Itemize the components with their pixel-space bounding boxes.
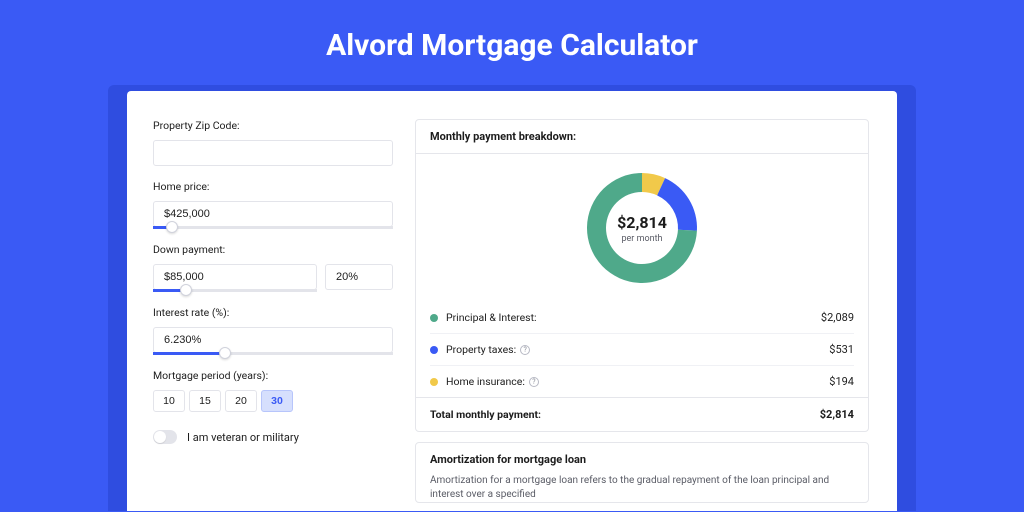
info-icon[interactable]: ?	[529, 377, 539, 387]
amort-text: Amortization for a mortgage loan refers …	[430, 474, 854, 502]
donut-chart: $2,814 per month	[582, 168, 702, 288]
rate-input[interactable]	[153, 327, 393, 353]
period-button-row: 10152030	[153, 390, 393, 412]
period-button-15[interactable]: 15	[189, 390, 221, 412]
breakdown-heading: Monthly payment breakdown:	[416, 120, 868, 154]
legend-value: $194	[829, 375, 854, 388]
amort-title: Amortization for mortgage loan	[430, 453, 854, 466]
total-label: Total monthly payment:	[430, 408, 820, 421]
price-label: Home price:	[153, 180, 393, 193]
form-panel: Property Zip Code: Home price: Down paym…	[127, 91, 407, 511]
legend-label: Principal & Interest:	[446, 311, 821, 324]
info-icon[interactable]: ?	[520, 345, 530, 355]
card-shadow: Property Zip Code: Home price: Down paym…	[108, 85, 916, 511]
down-amount-input[interactable]	[153, 264, 317, 290]
legend-row: Principal & Interest:$2,089	[430, 302, 854, 334]
rate-field-group: Interest rate (%):	[153, 306, 393, 355]
rate-label: Interest rate (%):	[153, 306, 393, 319]
period-field-group: Mortgage period (years): 10152030	[153, 369, 393, 412]
period-button-30[interactable]: 30	[261, 390, 293, 412]
zip-field-group: Property Zip Code:	[153, 119, 393, 166]
down-field-group: Down payment:	[153, 243, 393, 292]
total-row: Total monthly payment: $2,814	[416, 397, 868, 431]
legend-label: Property taxes:?	[446, 343, 829, 356]
period-button-10[interactable]: 10	[153, 390, 185, 412]
veteran-label: I am veteran or military	[187, 431, 299, 444]
rate-slider[interactable]	[153, 352, 393, 355]
legend-value: $531	[829, 343, 854, 356]
donut-center: $2,814 per month	[582, 168, 702, 288]
veteran-row: I am veteran or military	[153, 430, 393, 444]
price-slider-thumb[interactable]	[166, 221, 178, 233]
total-value: $2,814	[820, 408, 854, 421]
legend-dot	[430, 378, 438, 386]
down-slider[interactable]	[153, 289, 317, 292]
legend-row: Home insurance:?$194	[430, 366, 854, 397]
zip-input[interactable]	[153, 140, 393, 166]
breakdown-panel: Monthly payment breakdown: $2,814 per mo…	[407, 91, 897, 511]
price-slider[interactable]	[153, 226, 393, 229]
breakdown-card: Monthly payment breakdown: $2,814 per mo…	[415, 119, 869, 432]
legend-value: $2,089	[821, 311, 854, 324]
toggle-knob	[154, 431, 166, 443]
down-pct-input[interactable]	[325, 264, 393, 290]
legend-dot	[430, 314, 438, 322]
zip-label: Property Zip Code:	[153, 119, 393, 132]
legend-label: Home insurance:?	[446, 375, 829, 388]
page-title: Alvord Mortgage Calculator	[0, 0, 1024, 85]
donut-amount: $2,814	[617, 213, 667, 232]
price-input[interactable]	[153, 201, 393, 227]
calculator-card: Property Zip Code: Home price: Down paym…	[127, 91, 897, 511]
rate-slider-thumb[interactable]	[219, 347, 231, 359]
amortization-card: Amortization for mortgage loan Amortizat…	[415, 442, 869, 503]
veteran-toggle[interactable]	[153, 430, 177, 444]
donut-wrap: $2,814 per month	[416, 154, 868, 298]
down-slider-thumb[interactable]	[180, 284, 192, 296]
down-label: Down payment:	[153, 243, 393, 256]
price-field-group: Home price:	[153, 180, 393, 229]
period-button-20[interactable]: 20	[225, 390, 257, 412]
donut-sub: per month	[621, 234, 662, 244]
legend: Principal & Interest:$2,089Property taxe…	[416, 298, 868, 397]
legend-dot	[430, 346, 438, 354]
period-label: Mortgage period (years):	[153, 369, 393, 382]
legend-row: Property taxes:?$531	[430, 334, 854, 366]
